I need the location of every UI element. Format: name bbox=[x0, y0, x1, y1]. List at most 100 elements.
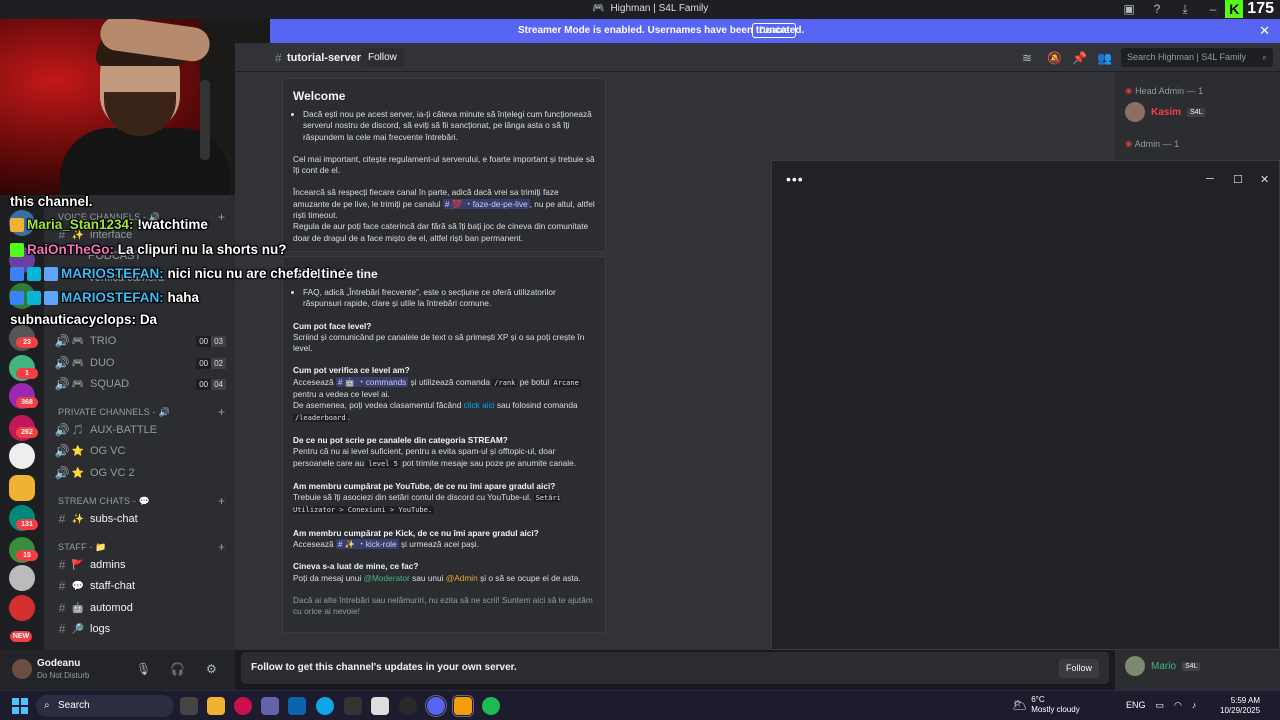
kick-badge-icon bbox=[44, 266, 58, 281]
webcam-microphone bbox=[200, 80, 210, 160]
folder-icon[interactable] bbox=[9, 475, 35, 501]
category-stream-chats[interactable]: STREAM CHATS - 💬 bbox=[58, 496, 150, 507]
click-here-link[interactable]: click aici bbox=[464, 400, 495, 410]
channel-automod[interactable]: # 🤖 automod bbox=[54, 599, 226, 617]
disable-button[interactable]: Disable bbox=[752, 23, 797, 38]
server-icon[interactable] bbox=[9, 595, 35, 621]
avatar[interactable] bbox=[12, 659, 32, 679]
channel-logs[interactable]: # 🔎 logs bbox=[54, 620, 226, 638]
voice-channel-aux-battle[interactable]: 🔊 🎵 AUX-BATTLE bbox=[54, 421, 226, 439]
kick-viewer-count: K 175 bbox=[1225, 0, 1274, 18]
category-staff[interactable]: STAFF - 📁 bbox=[58, 542, 107, 553]
search-icon: ⌕ bbox=[1261, 52, 1267, 62]
windows-start-icon[interactable] bbox=[12, 698, 28, 714]
voice-channel-og-vc-2[interactable]: 🔊 ⭐ OG VC 2 bbox=[54, 464, 226, 482]
category-private-channels[interactable]: PRIVATE CHANNELS - 🔊 bbox=[58, 407, 170, 418]
task-view-icon[interactable] bbox=[180, 697, 198, 715]
wifi-icon[interactable]: ◠ bbox=[1174, 700, 1182, 711]
faq-question: Cum pot verifica ce level am? bbox=[293, 365, 410, 376]
weather-icon: 🌥 bbox=[1012, 698, 1028, 712]
faq-question: De ce nu pot scrie pe canalele din categ… bbox=[293, 434, 508, 445]
unread-badge: 1 bbox=[16, 368, 38, 379]
mod-badge-icon bbox=[27, 290, 41, 305]
channel-subs-chat[interactable]: # ✨ subs-chat bbox=[54, 510, 226, 528]
role-mention-admin[interactable]: @Admin bbox=[446, 573, 478, 583]
faq-question: Cineva s-a luat de mine, ce fac? bbox=[293, 561, 419, 572]
voice-channel-squad[interactable]: 🔊 🎮 SQUAD 00 04 bbox=[54, 375, 226, 393]
sub-badge-icon bbox=[10, 217, 24, 232]
download-icon[interactable]: ⤓ bbox=[1178, 2, 1192, 16]
new-badge: NEW bbox=[10, 631, 32, 642]
channel-mention[interactable]: # 💯 ・faze-de-pe-live bbox=[442, 198, 530, 209]
threads-icon[interactable]: ≋ bbox=[1022, 51, 1032, 65]
volume-icon[interactable]: ♪ bbox=[1192, 700, 1197, 711]
speaker-icon: 🔊 bbox=[54, 466, 70, 480]
minimize-icon[interactable]: ─ bbox=[1206, 173, 1214, 185]
outlook-icon[interactable] bbox=[288, 697, 306, 715]
server-icon[interactable] bbox=[9, 443, 35, 469]
close-icon[interactable]: ✕ bbox=[1259, 23, 1270, 39]
opera-icon[interactable] bbox=[234, 697, 252, 715]
taskbar-clock[interactable]: 5:59 AM 10/29/2025 bbox=[1220, 696, 1260, 716]
gear-icon[interactable]: ⚙ bbox=[206, 662, 217, 676]
lang-indicator[interactable]: ENG bbox=[1126, 700, 1146, 711]
member-item[interactable]: Kasim S4L bbox=[1125, 102, 1206, 122]
search-input[interactable]: Search Highman | S4L Family ⌕ bbox=[1121, 48, 1273, 67]
teams-icon[interactable] bbox=[261, 697, 279, 715]
add-channel-icon[interactable]: + bbox=[218, 210, 225, 224]
voice-channel-og-vc[interactable]: 🔊 ⭐ OG VC bbox=[54, 442, 226, 460]
notification-bell-icon[interactable]: 🔕 bbox=[1047, 51, 1062, 65]
voice-channel-trio[interactable]: 🔊 🎮 TRIO 00 03 bbox=[54, 332, 226, 350]
minimize-icon[interactable]: – bbox=[1206, 2, 1220, 16]
channel-mention[interactable]: # 🤖 ・commands bbox=[335, 376, 409, 387]
display-icon[interactable]: ▭ bbox=[1156, 700, 1165, 711]
pin-icon[interactable]: 📌 bbox=[1072, 51, 1087, 65]
help-icon[interactable]: ? bbox=[1150, 2, 1164, 16]
follow-bar-button[interactable]: Follow bbox=[1058, 659, 1099, 678]
role-mention-moderator[interactable]: @Moderator bbox=[364, 573, 410, 583]
add-channel-icon[interactable]: + bbox=[218, 405, 225, 419]
spotify-icon[interactable] bbox=[482, 697, 500, 715]
channel-admins[interactable]: # 🚩 admins bbox=[54, 556, 226, 574]
gamepad-icon: 🎮 bbox=[71, 335, 85, 347]
microphone-icon[interactable]: 🎙 bbox=[136, 662, 151, 676]
faq-question: Am membru cumpărat pe YouTube, de ce nu … bbox=[293, 480, 556, 491]
more-options-icon[interactable]: ••• bbox=[786, 171, 804, 187]
user-status: Do Not Disturb bbox=[37, 671, 90, 680]
stream-chat-message: MARIOSTEFAN: nici nicu nu are chef de ti… bbox=[10, 266, 345, 281]
obs-icon[interactable] bbox=[399, 697, 417, 715]
channel-staff-chat[interactable]: # 💬 staff-chat bbox=[54, 577, 226, 595]
speaker-icon: 🔊 bbox=[54, 423, 70, 437]
add-channel-icon[interactable]: + bbox=[218, 540, 225, 554]
inbox-icon[interactable]: ▣ bbox=[1122, 2, 1136, 16]
members-icon[interactable]: 👥 bbox=[1097, 51, 1112, 65]
taskbar-search[interactable]: ⌕ Search bbox=[36, 695, 174, 717]
maximize-icon[interactable]: ☐ bbox=[1233, 173, 1243, 186]
unread-badge: 368 bbox=[16, 397, 38, 408]
embed-paragraph: Încearcă să respecți fiecare canal în pa… bbox=[293, 187, 595, 221]
discord-icon[interactable] bbox=[425, 695, 447, 717]
edge-icon[interactable] bbox=[316, 697, 334, 715]
member-item[interactable]: Mario S4L bbox=[1125, 656, 1201, 676]
channel-mention[interactable]: # ✨ ・kick-role bbox=[335, 539, 399, 550]
rockstar-icon[interactable] bbox=[452, 695, 474, 717]
store-icon[interactable] bbox=[371, 697, 389, 715]
channel-header: # tutorial-server Follow ≋ 🔕 📌 👥 Search … bbox=[235, 43, 1280, 72]
sub-badge-icon bbox=[10, 242, 24, 257]
close-icon[interactable]: ✕ bbox=[1260, 173, 1269, 186]
add-channel-icon[interactable]: + bbox=[218, 494, 225, 508]
weather-widget[interactable]: 🌥 6°C Mostly cloudy bbox=[1012, 695, 1080, 715]
voice-occupancy: 00 02 bbox=[196, 357, 226, 369]
speaker-icon: 🔊 bbox=[54, 444, 70, 458]
server-icon[interactable] bbox=[9, 565, 35, 591]
window-title-bar: 🎮 Highman | S4L Family ▣ ? ⤓ – K 175 bbox=[0, 0, 1280, 19]
follow-button[interactable]: Follow bbox=[361, 48, 404, 67]
user-panel: Godeanu Do Not Disturb 🎙 🎧 ⚙ bbox=[0, 650, 235, 690]
voice-occupancy: 00 04 bbox=[196, 378, 226, 390]
voice-channel-duo[interactable]: 🔊 🎮 DUO 00 02 bbox=[54, 354, 226, 372]
steam-icon[interactable] bbox=[344, 697, 362, 715]
file-explorer-icon[interactable] bbox=[207, 697, 225, 715]
unread-badge: 23 bbox=[16, 337, 38, 348]
headphones-icon[interactable]: 🎧 bbox=[170, 662, 185, 676]
stream-chat-message: subnauticacyclops: Da bbox=[10, 312, 158, 327]
